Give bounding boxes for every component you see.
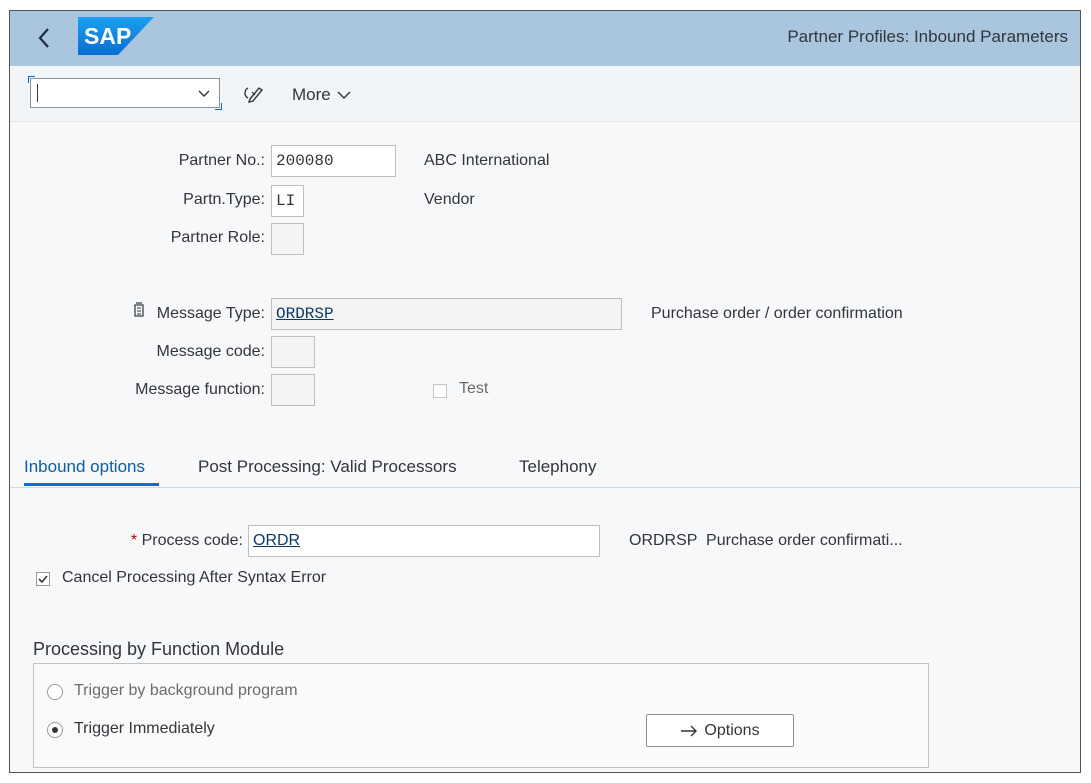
partner-no-description: ABC International xyxy=(424,152,550,169)
display-change-icon[interactable] xyxy=(242,84,264,104)
tab-post-processing[interactable]: Post Processing: Valid Processors xyxy=(198,457,457,477)
back-button[interactable] xyxy=(32,23,56,53)
partner-role-label: Partner Role: xyxy=(170,229,265,246)
radio-background-label: Trigger by background program xyxy=(74,682,298,699)
section-title: Processing by Function Module xyxy=(33,639,285,659)
command-field[interactable] xyxy=(28,76,222,110)
partn-type-label: Partn.Type: xyxy=(183,191,265,208)
active-tab-indicator xyxy=(24,483,159,486)
message-code-field[interactable] xyxy=(271,336,315,368)
checkmark-icon xyxy=(38,575,48,584)
sap-logo: SAP xyxy=(78,17,154,55)
message-function-field[interactable] xyxy=(271,374,315,406)
process-code-description: ORDRSP Purchase order confirmati... xyxy=(629,532,903,549)
message-type-field[interactable]: ORDRSP xyxy=(271,298,622,330)
process-code-label: * Process code: xyxy=(110,532,243,550)
toolbar: More xyxy=(10,66,1080,122)
app-window: SAP Partner Profiles: Inbound Parameters… xyxy=(9,10,1081,773)
process-code-label-text: Process code: xyxy=(141,532,243,549)
tab-bar: Inbound options Post Processing: Valid P… xyxy=(10,441,1080,488)
page-title: Partner Profiles: Inbound Parameters xyxy=(787,27,1068,46)
more-label: More xyxy=(292,85,331,104)
message-function-label: Message function: xyxy=(135,381,265,398)
shell-bar: SAP Partner Profiles: Inbound Parameters xyxy=(10,11,1080,66)
chevron-down-icon[interactable] xyxy=(197,86,211,100)
trigger-group xyxy=(33,663,929,768)
test-checkbox[interactable] xyxy=(433,384,447,398)
sap-logo-text: SAP xyxy=(84,23,131,49)
partn-type-field[interactable]: LI xyxy=(271,185,304,217)
cancel-processing-checkbox[interactable] xyxy=(36,572,50,586)
chevron-down-icon xyxy=(337,91,351,99)
tab-inbound-options[interactable]: Inbound options xyxy=(24,457,145,477)
radio-immediately-label: Trigger Immediately xyxy=(74,720,215,737)
tab-telephony[interactable]: Telephony xyxy=(519,457,597,477)
partner-role-field[interactable] xyxy=(271,223,304,255)
message-type-value: ORDRSP xyxy=(276,305,334,323)
radio-background-program[interactable] xyxy=(47,684,63,700)
more-menu-button[interactable]: More xyxy=(292,85,351,105)
chevron-left-icon xyxy=(38,28,49,48)
radio-trigger-immediately[interactable] xyxy=(47,722,63,738)
cancel-processing-label: Cancel Processing After Syntax Error xyxy=(62,569,327,586)
process-code-field[interactable]: ORDR xyxy=(248,525,600,557)
message-type-label: Message Type: xyxy=(156,305,265,322)
test-label: Test xyxy=(459,380,489,397)
options-button-label: Options xyxy=(704,721,760,739)
partn-type-description: Vendor xyxy=(424,191,475,208)
text-cursor xyxy=(37,84,38,102)
process-code-value: ORDR xyxy=(253,532,301,549)
required-marker: * xyxy=(130,532,138,549)
partner-no-field[interactable]: 200080 xyxy=(271,145,396,177)
partner-no-label: Partner No.: xyxy=(178,152,265,169)
options-button[interactable]: Options xyxy=(646,714,794,747)
arrow-right-icon xyxy=(681,725,698,736)
message-code-label: Message code: xyxy=(156,343,265,360)
message-type-description: Purchase order / order confirmation xyxy=(651,305,903,322)
